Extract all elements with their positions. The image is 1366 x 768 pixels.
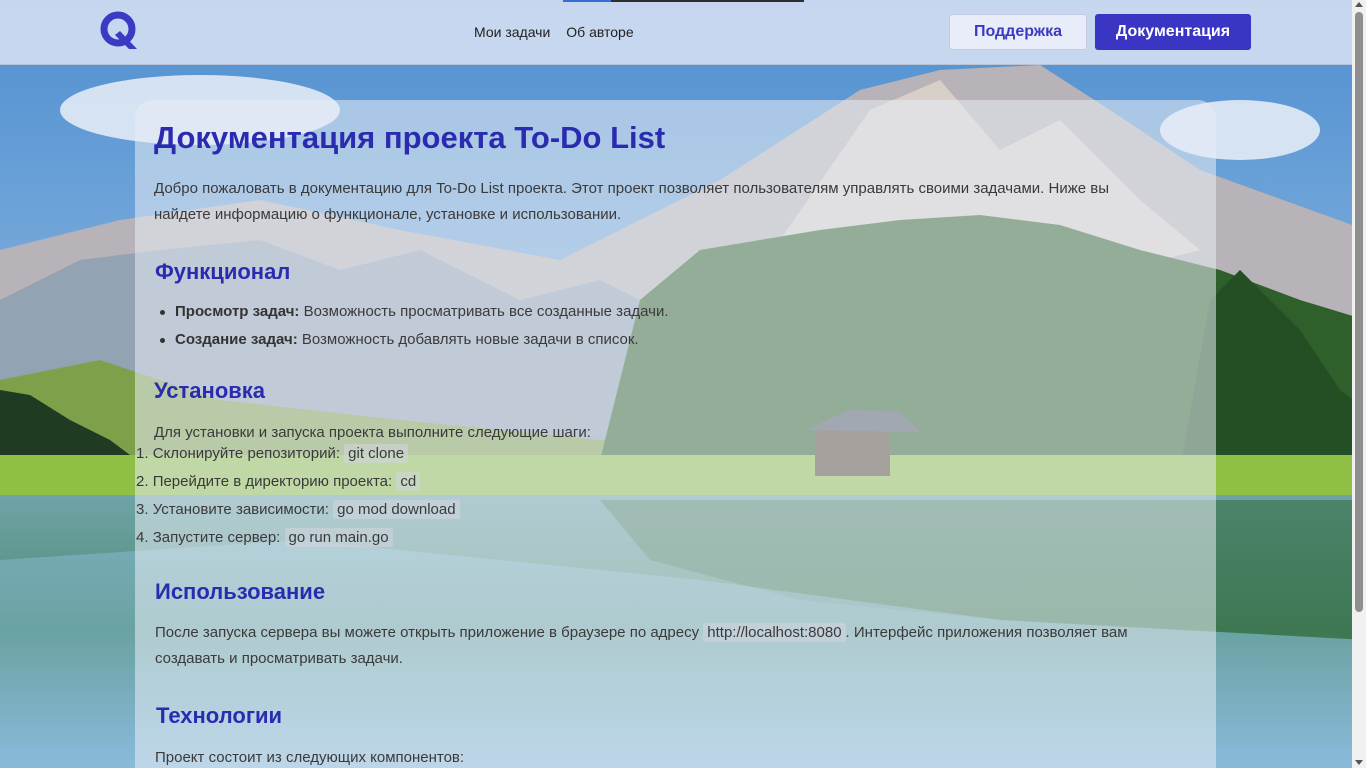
step-text: Склонируйте репозиторий: xyxy=(152,445,345,462)
usage-line-2: создавать и просматривать задачи. xyxy=(155,650,403,667)
feature-bold-label: Создание задач: xyxy=(175,331,298,348)
intro-line-1: Добро пожаловать в документацию для To-D… xyxy=(154,180,1109,197)
feature-text: Возможность просматривать все созданные … xyxy=(299,303,669,320)
main-nav: Мои задачи Об авторе xyxy=(474,24,634,40)
list-item: 2. Перейдите в директорию проекта: cd xyxy=(136,468,460,496)
intro-paragraph: Добро пожаловать в документацию для To-D… xyxy=(154,176,1204,228)
list-item: Создание задач: Возможность добавлять но… xyxy=(160,326,669,354)
step-number: 4. xyxy=(136,529,149,546)
page-title: Документация проекта To-Do List xyxy=(154,120,666,155)
feature-bold-label: Просмотр задач: xyxy=(175,303,300,320)
list-item: 4. Запустите сервер: go run main.go xyxy=(136,524,460,552)
features-heading: Функционал xyxy=(155,259,291,284)
list-item: 1. Склонируйте репозиторий: git clone xyxy=(136,440,460,468)
list-item: 3. Установите зависимости: go mod downlo… xyxy=(136,496,460,524)
scrollbar-thumb[interactable] xyxy=(1355,12,1363,612)
scroll-up-arrow-icon[interactable] xyxy=(1355,2,1363,7)
step-text: Перейдите в директорию проекта: xyxy=(152,473,397,490)
top-navigation-bar: Мои задачи Об авторе Поддержка Документа… xyxy=(0,0,1352,65)
features-list: Просмотр задач: Возможность просматриват… xyxy=(160,298,669,354)
top-progress-strip-accent xyxy=(563,0,611,2)
install-heading: Установка xyxy=(154,378,266,403)
code-snippet: cd xyxy=(396,472,421,491)
step-number: 2. xyxy=(136,473,149,490)
page-scrollbar[interactable] xyxy=(1352,0,1366,768)
usage-text-after: . Интерфейс приложения позволяет вам xyxy=(845,624,1128,641)
nav-link-my-tasks[interactable]: Мои задачи xyxy=(474,24,550,40)
code-snippet: go mod download xyxy=(333,500,460,519)
feature-text: Возможность добавлять новые задачи в спи… xyxy=(297,331,639,348)
usage-paragraph: После запуска сервера вы можете открыть … xyxy=(155,620,1205,672)
localhost-url-code[interactable]: http://localhost:8080 xyxy=(703,623,846,642)
step-number: 3. xyxy=(136,501,149,518)
install-steps-list: 1. Склонируйте репозиторий: git clone 2.… xyxy=(136,440,460,552)
tech-heading: Технологии xyxy=(156,703,283,728)
scroll-down-arrow-icon[interactable] xyxy=(1355,760,1363,765)
support-button[interactable]: Поддержка xyxy=(949,14,1087,50)
intro-line-2: найдете информацию о функционале, устано… xyxy=(154,206,622,223)
usage-text-before: После запуска сервера вы можете открыть … xyxy=(155,624,704,641)
step-text: Запустите сервер: xyxy=(152,529,285,546)
q-logo-icon[interactable] xyxy=(99,9,141,51)
usage-heading: Использование xyxy=(155,579,326,604)
list-item: Просмотр задач: Возможность просматриват… xyxy=(160,298,669,326)
tech-intro: Проект состоит из следующих компонентов: xyxy=(155,749,465,766)
documentation-button[interactable]: Документация xyxy=(1095,14,1251,50)
code-snippet: git clone xyxy=(344,444,409,463)
nav-link-about-author[interactable]: Об авторе xyxy=(566,24,633,40)
step-text: Установите зависимости: xyxy=(152,501,334,518)
step-number: 1. xyxy=(136,445,149,462)
code-snippet: go run main.go xyxy=(284,528,393,547)
